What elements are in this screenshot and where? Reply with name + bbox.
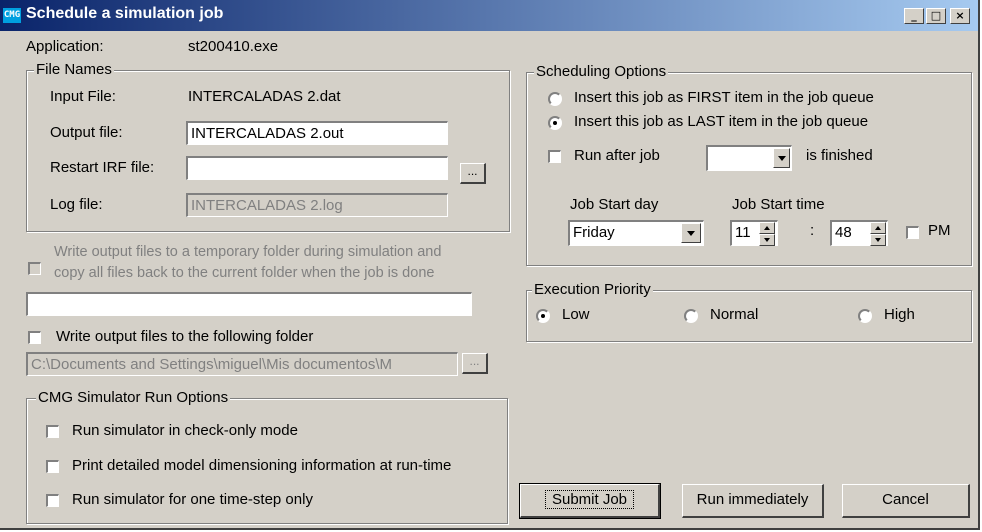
arrow-down-icon [764,238,770,242]
run-after-dropdown-button[interactable] [773,148,790,168]
execution-priority-legend: Execution Priority [532,281,653,298]
file-names-legend: File Names [34,61,114,78]
first-in-queue-radio[interactable] [548,92,562,106]
hour-spinner[interactable] [759,222,775,246]
minute-up-button[interactable] [870,222,886,234]
close-button[interactable]: × [950,8,970,24]
hour-down-button[interactable] [759,234,775,246]
output-folder-checkbox[interactable] [28,331,41,344]
input-file-value: INTERCALADAS 2.dat [188,88,341,105]
radio-selected-dot [541,314,545,318]
temp-folder-checkbox[interactable] [28,262,41,275]
application-label: Application: [26,38,104,55]
time-colon: : [810,222,815,239]
chevron-down-icon [777,156,786,161]
job-start-day-label: Job Start day [570,196,659,213]
priority-low-radio[interactable] [536,309,550,323]
pm-label: PM [928,222,951,239]
run-options-legend: CMG Simulator Run Options [36,389,231,406]
cancel-button[interactable]: Cancel [842,484,970,518]
priority-high-label: High [884,306,915,323]
hour-up-button[interactable] [759,222,775,234]
start-day-dropdown-button[interactable] [681,223,701,243]
print-dimensioning-label: Print detailed model dimensioning inform… [72,457,452,474]
submit-job-label: Submit Job [544,490,635,509]
title-bar[interactable]: CMG Schedule a simulation job _ □ × [0,0,978,31]
output-folder-input[interactable]: C:\Documents and Settings\miguel\Mis doc… [26,352,458,376]
chevron-down-icon [687,231,695,236]
priority-normal-label: Normal [710,306,759,323]
run-immediately-button[interactable]: Run immediately [682,484,824,518]
restart-irf-input[interactable] [186,156,448,180]
minute-spinner[interactable] [870,222,886,246]
check-only-checkbox[interactable] [46,425,59,438]
priority-normal-radio[interactable] [684,309,698,323]
temp-folder-input[interactable] [26,292,472,316]
arrow-up-icon [875,226,881,230]
schedule-dialog: CMG Schedule a simulation job _ □ × Appl… [0,0,980,530]
output-file-label: Output file: [50,124,123,141]
maximize-button[interactable]: □ [926,8,946,24]
temp-folder-label-line1: Write output files to a temporary folder… [54,244,442,260]
last-in-queue-label: Insert this job as LAST item in the job … [574,113,869,130]
radio-selected-dot [553,121,557,125]
pm-checkbox[interactable] [906,226,919,239]
priority-low-label: Low [562,306,590,323]
run-after-checkbox[interactable] [548,150,561,163]
job-start-time-label: Job Start time [732,196,825,213]
window-title: Schedule a simulation job [26,5,224,22]
log-file-label: Log file: [50,196,103,213]
one-timestep-label: Run simulator for one time-step only [72,491,313,508]
one-timestep-checkbox[interactable] [46,494,59,507]
run-after-label: Run after job [574,147,660,164]
scheduling-options-legend: Scheduling Options [534,63,669,80]
restart-browse-button[interactable]: ... [460,163,486,184]
application-value: st200410.exe [188,38,279,55]
arrow-down-icon [875,238,881,242]
log-file-input[interactable]: INTERCALADAS 2.log [186,193,448,217]
minute-down-button[interactable] [870,234,886,246]
cmg-app-icon: CMG [3,8,21,23]
last-in-queue-radio[interactable] [548,116,562,130]
submit-job-button[interactable]: Submit Job [519,483,661,519]
priority-high-radio[interactable] [858,309,872,323]
temp-folder-label-line2: copy all files back to the current folde… [54,265,435,281]
input-file-label: Input File: [50,88,116,105]
minimize-button[interactable]: _ [904,8,924,24]
output-folder-label: Write output files to the following fold… [56,328,314,345]
print-dimensioning-checkbox[interactable] [46,460,59,473]
output-folder-browse-button[interactable]: ... [462,353,488,374]
arrow-up-icon [764,226,770,230]
check-only-label: Run simulator in check-only mode [72,422,298,439]
first-in-queue-label: Insert this job as FIRST item in the job… [574,89,874,106]
restart-irf-label: Restart IRF file: [50,159,155,176]
is-finished-label: is finished [806,147,873,164]
output-file-input[interactable]: INTERCALADAS 2.out [186,121,448,145]
